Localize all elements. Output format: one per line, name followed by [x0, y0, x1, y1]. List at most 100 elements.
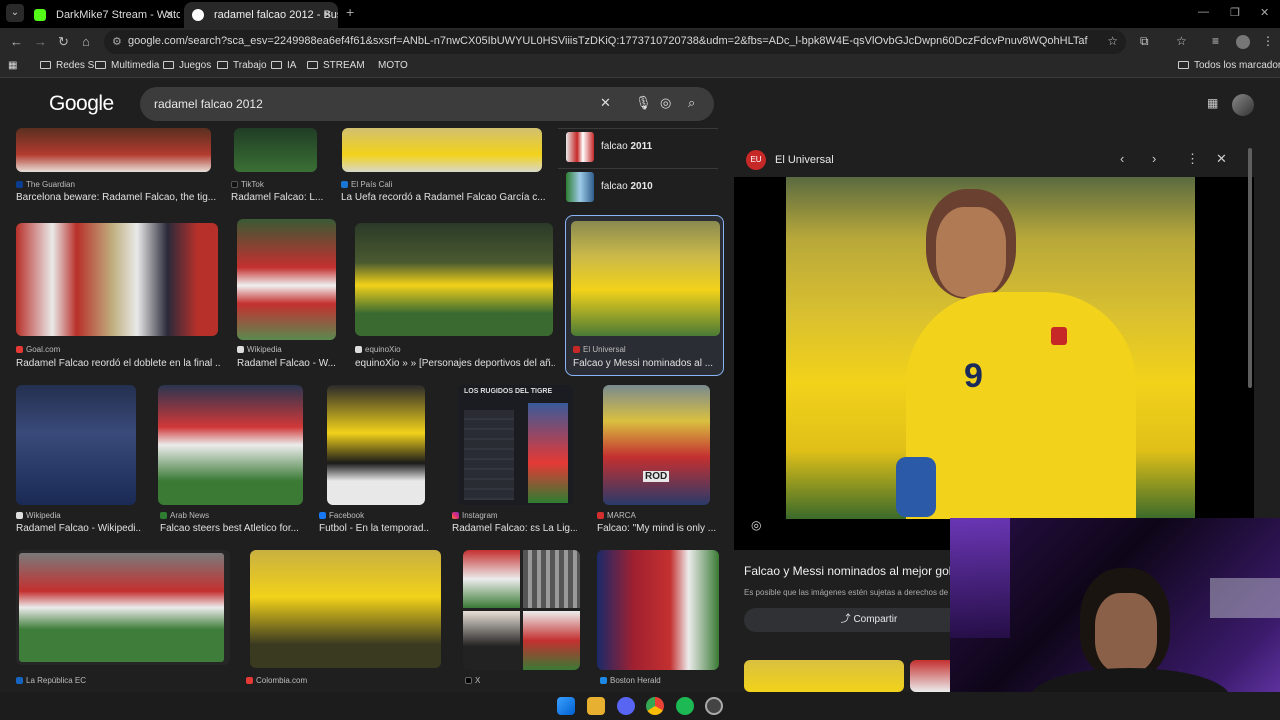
- panel-title[interactable]: Falcao y Messi nominados al mejor gol: [744, 564, 951, 578]
- bookmark-folder[interactable]: STREAM: [307, 60, 365, 71]
- windows-taskbar: [0, 692, 1280, 720]
- result-image[interactable]: [463, 550, 580, 670]
- all-bookmarks[interactable]: Todos los marcadores: [1178, 60, 1280, 71]
- related-label: falcao 2011: [601, 141, 653, 152]
- extensions-icon[interactable]: ⧉: [1140, 34, 1149, 49]
- result-image[interactable]: [16, 223, 218, 336]
- tiktok-icon: [231, 181, 238, 188]
- result-caption[interactable]: Falcao: "My mind is only ...: [597, 523, 717, 534]
- result-image[interactable]: [234, 128, 317, 172]
- bookmark-label: Trabajo: [233, 60, 267, 71]
- scrollbar[interactable]: [1248, 148, 1252, 388]
- result-caption[interactable]: Radamel Falcao: L...: [231, 192, 331, 203]
- result-source: The Guardian: [16, 180, 75, 189]
- home-icon[interactable]: ⌂: [82, 34, 90, 49]
- eluniversal-icon: [573, 346, 580, 353]
- bookmark-item[interactable]: MOTO: [378, 60, 408, 71]
- back-icon[interactable]: ←: [10, 34, 23, 49]
- result-caption[interactable]: equinoXio » » [Personajes deportivos del…: [355, 358, 555, 369]
- tab-google-search[interactable]: radamel falcao 2012 - Buscar con ✕: [184, 2, 338, 28]
- previous-icon[interactable]: ‹: [1120, 151, 1124, 166]
- result-image[interactable]: [355, 223, 553, 336]
- site-info-icon[interactable]: ⚙: [112, 35, 122, 48]
- result-image[interactable]: ROD: [603, 385, 710, 505]
- related-preview-image[interactable]: [744, 660, 904, 692]
- bookmark-folder[interactable]: Trabajo: [217, 60, 267, 71]
- google-apps-icon[interactable]: ▦: [1207, 96, 1218, 110]
- tab-darkmike[interactable]: DarkMike7 Stream - Watch Live ✕: [26, 2, 180, 28]
- maximize-icon[interactable]: ❐: [1230, 6, 1240, 19]
- discord-icon[interactable]: [617, 697, 635, 715]
- close-icon[interactable]: ✕: [165, 2, 174, 28]
- more-icon[interactable]: ⋮: [1186, 151, 1199, 167]
- next-icon[interactable]: ›: [1152, 151, 1156, 166]
- result-caption[interactable]: Futbol - En la temporad...: [319, 523, 429, 534]
- close-icon[interactable]: ✕: [323, 2, 332, 28]
- bookmark-label: Multimedia: [111, 60, 160, 71]
- bookmark-star-icon[interactable]: ☆: [1107, 34, 1118, 48]
- tab-search-button[interactable]: ⌄: [6, 4, 24, 22]
- folder-icon: [271, 61, 282, 69]
- chrome-icon[interactable]: [646, 697, 664, 715]
- search-icon[interactable]: ⌕: [688, 95, 695, 111]
- bookmark-label: Todos los marcadores: [1194, 60, 1280, 71]
- menu-icon[interactable]: ⋮: [1262, 34, 1274, 48]
- result-image[interactable]: [342, 128, 542, 172]
- address-bar[interactable]: ⚙ google.com/search?sca_esv=2249988ea6ef…: [104, 30, 1126, 54]
- result-source: Wikipedia: [16, 511, 61, 520]
- forward-icon[interactable]: →: [34, 34, 47, 49]
- result-caption[interactable]: La Uefa recordó a Radamel Falcao García …: [341, 192, 551, 203]
- obs-icon[interactable]: [705, 697, 723, 715]
- folder-icon: [1178, 61, 1189, 69]
- result-image[interactable]: [16, 550, 230, 665]
- lens-search-icon[interactable]: ◎: [751, 518, 761, 532]
- result-image[interactable]: LOS RUGIDOS DEL TIGRE: [458, 385, 573, 505]
- result-image[interactable]: [237, 219, 336, 340]
- file-explorer-icon[interactable]: [587, 697, 605, 715]
- search-box[interactable]: radamel falcao 2012 ✕ 🎙 ◎ ⌕: [140, 87, 714, 121]
- result-caption[interactable]: Radamel Falcao - Wikipedi...: [16, 523, 141, 534]
- result-image[interactable]: [597, 550, 719, 670]
- result-caption[interactable]: Radamel Falcao - W...: [237, 358, 337, 369]
- preview-image[interactable]: 9: [734, 177, 1254, 550]
- result-image[interactable]: [250, 550, 441, 668]
- bookmarks-icon[interactable]: ☆: [1176, 34, 1187, 48]
- bookmark-folder[interactable]: IA: [271, 60, 296, 71]
- result-image[interactable]: [327, 385, 425, 505]
- start-icon[interactable]: [557, 697, 575, 715]
- lens-icon[interactable]: ◎: [660, 95, 671, 111]
- result-caption[interactable]: Barcelona beware: Radamel Falcao, the ti…: [16, 192, 216, 203]
- spotify-icon[interactable]: [676, 697, 694, 715]
- reload-icon[interactable]: ↻: [58, 34, 69, 50]
- related-search-falcao-2011[interactable]: falcao 2011: [558, 128, 718, 166]
- result-image[interactable]: [16, 385, 136, 505]
- result-image[interactable]: [16, 128, 211, 172]
- result-image[interactable]: [158, 385, 303, 505]
- result-caption[interactable]: Radamel Falcao: ɛs La Lig...: [452, 523, 577, 534]
- result-image[interactable]: [571, 221, 720, 336]
- tab-title: radamel falcao 2012 - Buscar con: [214, 9, 338, 21]
- result-source: Colombia.com: [246, 676, 307, 685]
- equinoxio-icon: [355, 346, 362, 353]
- new-tab-button[interactable]: +: [346, 4, 354, 20]
- result-caption[interactable]: Falcao steers best Atletico for...: [160, 523, 300, 534]
- reading-list-icon[interactable]: ≡: [1212, 34, 1219, 48]
- bookmark-folder[interactable]: Multimedia: [95, 60, 159, 71]
- apps-grid-icon[interactable]: ▦: [8, 60, 17, 71]
- result-caption[interactable]: Falcao y Messi nominados al ...: [573, 358, 713, 369]
- bookmark-folder[interactable]: Juegos: [163, 60, 211, 71]
- marca-icon: [597, 512, 604, 519]
- bookmark-folder[interactable]: Redes S: [40, 60, 94, 71]
- microphone-icon[interactable]: 🎙: [635, 95, 652, 111]
- close-window-icon[interactable]: ✕: [1260, 6, 1269, 19]
- related-search-falcao-2010[interactable]: falcao 2010: [558, 168, 718, 206]
- avatar[interactable]: [1232, 94, 1254, 116]
- panel-source[interactable]: El Universal: [775, 154, 834, 166]
- clear-icon[interactable]: ✕: [600, 95, 611, 111]
- result-caption[interactable]: Radamel Falcao reordó el doblete en la f…: [16, 358, 221, 369]
- google-logo[interactable]: Google: [49, 92, 114, 116]
- minimize-icon[interactable]: —: [1198, 6, 1209, 18]
- profile-avatar[interactable]: [1236, 35, 1250, 49]
- close-icon[interactable]: ✕: [1216, 151, 1227, 167]
- search-input[interactable]: radamel falcao 2012: [154, 97, 263, 111]
